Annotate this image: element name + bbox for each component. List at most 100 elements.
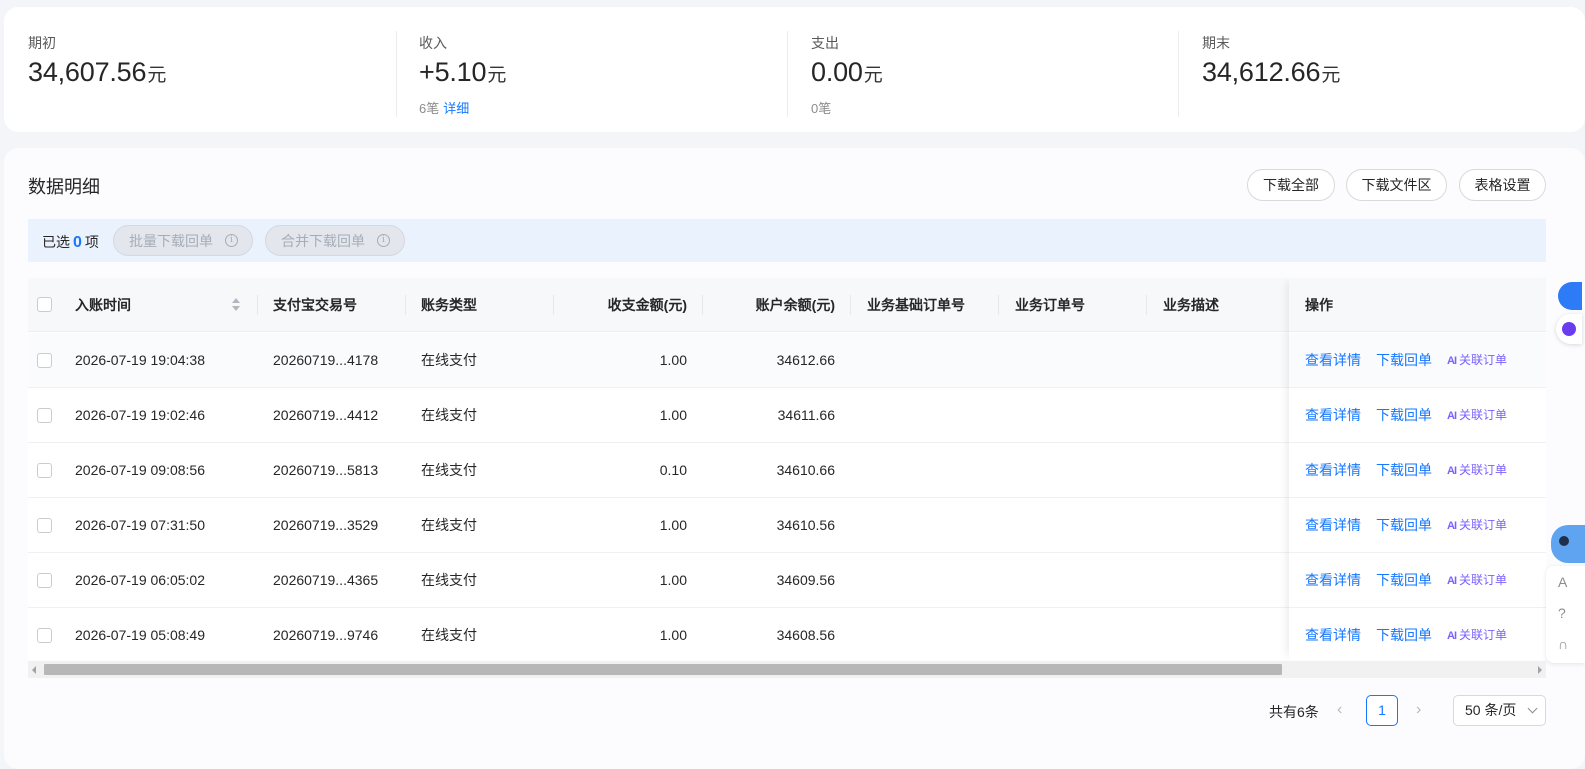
link-order-button[interactable]: AI 关联订单	[1447, 498, 1507, 553]
sort-icon[interactable]	[232, 298, 240, 312]
column-separator	[553, 295, 554, 315]
cell-type: 在线支付	[421, 462, 477, 478]
robot-assistant-icon[interactable]	[1551, 525, 1585, 563]
link-order-button[interactable]: AI 关联订单	[1447, 553, 1507, 608]
link-order-label: 关联订单	[1459, 408, 1508, 422]
info-icon: i	[377, 234, 390, 247]
view-detail-link[interactable]: 查看详情	[1305, 333, 1361, 388]
link-order-label: 关联订单	[1459, 518, 1508, 532]
view-detail-link[interactable]: 查看详情	[1305, 553, 1361, 608]
scrollbar-thumb[interactable]	[44, 664, 1282, 675]
operations-row: 查看详情 下载回单 AI 关联订单	[1289, 608, 1546, 660]
income-label: 收入	[419, 35, 447, 51]
income-sub: 6笔 详细	[419, 98, 469, 117]
row-checkbox[interactable]	[37, 573, 52, 588]
scroll-left-icon[interactable]	[32, 666, 36, 674]
cell-trade-no: 20260719...4365	[273, 572, 379, 588]
batch-download-label: 批量下载回单	[129, 232, 213, 249]
view-detail-link[interactable]: 查看详情	[1305, 498, 1361, 553]
download-receipt-link[interactable]: 下载回单	[1376, 498, 1432, 553]
help-icon[interactable]: ?	[1558, 605, 1566, 621]
download-receipt-link[interactable]: 下载回单	[1376, 608, 1432, 660]
closing-value: 34,612.66元	[1202, 57, 1340, 88]
floating-app-icon[interactable]	[1558, 282, 1582, 310]
next-page-icon[interactable]: ›	[1416, 701, 1421, 719]
income-amount: +5.10	[419, 57, 487, 87]
table-settings-button[interactable]: 表格设置	[1459, 169, 1546, 201]
view-detail-link[interactable]: 查看详情	[1305, 608, 1361, 660]
operations-row: 查看详情 下载回单 AI 关联订单	[1289, 498, 1546, 553]
column-separator	[257, 295, 258, 315]
cell-time: 2026-07-19 07:31:50	[75, 517, 205, 533]
cell-balance: 34610.56	[776, 517, 835, 533]
closing-amount: 34,612.66	[1202, 57, 1321, 87]
prev-page-icon[interactable]: ‹	[1337, 701, 1342, 719]
col-header-desc: 业务描述	[1163, 297, 1219, 313]
cell-type: 在线支付	[421, 352, 477, 368]
link-order-button[interactable]: AI 关联订单	[1447, 333, 1507, 388]
closing-unit: 元	[1321, 65, 1341, 86]
row-checkbox[interactable]	[37, 463, 52, 478]
opening-unit: 元	[147, 65, 167, 86]
cell-trade-no: 20260719...9746	[273, 627, 379, 643]
horizontal-scrollbar[interactable]	[28, 661, 1546, 678]
view-detail-link[interactable]: 查看详情	[1305, 388, 1361, 443]
operations-row: 查看详情 下载回单 AI 关联订单	[1289, 443, 1546, 498]
cell-amount: 0.10	[659, 462, 687, 478]
page-size-value: 50 条/页	[1465, 702, 1517, 718]
merge-download-receipt-button[interactable]: 合并下载回单 i	[265, 225, 405, 256]
view-detail-link[interactable]: 查看详情	[1305, 443, 1361, 498]
page-size-select[interactable]: 50 条/页	[1453, 695, 1546, 726]
col-header-balance: 账户余额(元)	[755, 297, 835, 313]
cell-amount: 1.00	[659, 407, 687, 423]
link-order-label: 关联订单	[1459, 463, 1508, 477]
download-receipt-link[interactable]: 下载回单	[1376, 388, 1432, 443]
row-checkbox[interactable]	[37, 408, 52, 423]
expense-value: 0.00元	[811, 57, 883, 88]
column-separator	[1146, 295, 1147, 315]
cell-amount: 1.00	[659, 352, 687, 368]
cell-amount: 1.00	[659, 627, 687, 643]
ai-icon: AI	[1447, 410, 1457, 422]
expense-label: 支出	[811, 35, 839, 51]
link-order-button[interactable]: AI 关联订单	[1447, 388, 1507, 443]
batch-download-receipt-button[interactable]: 批量下载回单 i	[113, 225, 253, 256]
cell-trade-no: 20260719...4412	[273, 407, 379, 423]
col-header-base-order: 业务基础订单号	[867, 297, 965, 313]
summary-card: 期初 34,607.56元 收入 +5.10元 6笔 详细 支出 0.00元 0笔…	[4, 7, 1585, 132]
download-all-button[interactable]: 下载全部	[1247, 169, 1335, 201]
row-checkbox[interactable]	[37, 518, 52, 533]
cell-balance: 34609.56	[776, 572, 835, 588]
col-header-amount: 收支金额(元)	[607, 297, 687, 313]
font-icon[interactable]: A	[1558, 574, 1567, 590]
ai-icon: AI	[1447, 355, 1457, 367]
headset-icon[interactable]: ∩	[1558, 636, 1568, 652]
download-file-area-button[interactable]: 下载文件区	[1346, 169, 1447, 201]
divider	[1178, 31, 1179, 117]
link-order-button[interactable]: AI 关联订单	[1447, 443, 1507, 498]
cell-amount: 1.00	[659, 517, 687, 533]
selected-suffix: 项	[84, 234, 99, 250]
cell-type: 在线支付	[421, 517, 477, 533]
download-receipt-link[interactable]: 下载回单	[1376, 333, 1432, 388]
income-detail-link[interactable]: 详细	[443, 101, 469, 116]
select-all-checkbox[interactable]	[37, 297, 52, 312]
download-receipt-link[interactable]: 下载回单	[1376, 553, 1432, 608]
row-checkbox[interactable]	[37, 628, 52, 643]
chevron-down-icon	[1527, 703, 1538, 714]
cell-balance: 34610.66	[776, 462, 835, 478]
selected-count: 0	[73, 234, 82, 251]
cell-balance: 34611.66	[777, 407, 835, 423]
expense-amount: 0.00	[811, 57, 863, 87]
expense-sub: 0笔	[811, 98, 831, 117]
data-detail-card: 数据明细 下载全部 下载文件区 表格设置 已选 0 项 批量下载回单 i 合并下载回单…	[4, 148, 1585, 769]
page-button-current[interactable]: 1	[1366, 695, 1398, 726]
row-checkbox[interactable]	[37, 353, 52, 368]
scroll-right-icon[interactable]	[1538, 666, 1542, 674]
operations-row: 查看详情 下载回单 AI 关联订单	[1289, 388, 1546, 443]
link-order-button[interactable]: AI 关联订单	[1447, 608, 1507, 660]
floating-assistant-icon[interactable]	[1556, 314, 1582, 344]
download-receipt-link[interactable]: 下载回单	[1376, 443, 1432, 498]
opening-amount: 34,607.56	[28, 57, 147, 87]
cell-trade-no: 20260719...5813	[273, 462, 379, 478]
